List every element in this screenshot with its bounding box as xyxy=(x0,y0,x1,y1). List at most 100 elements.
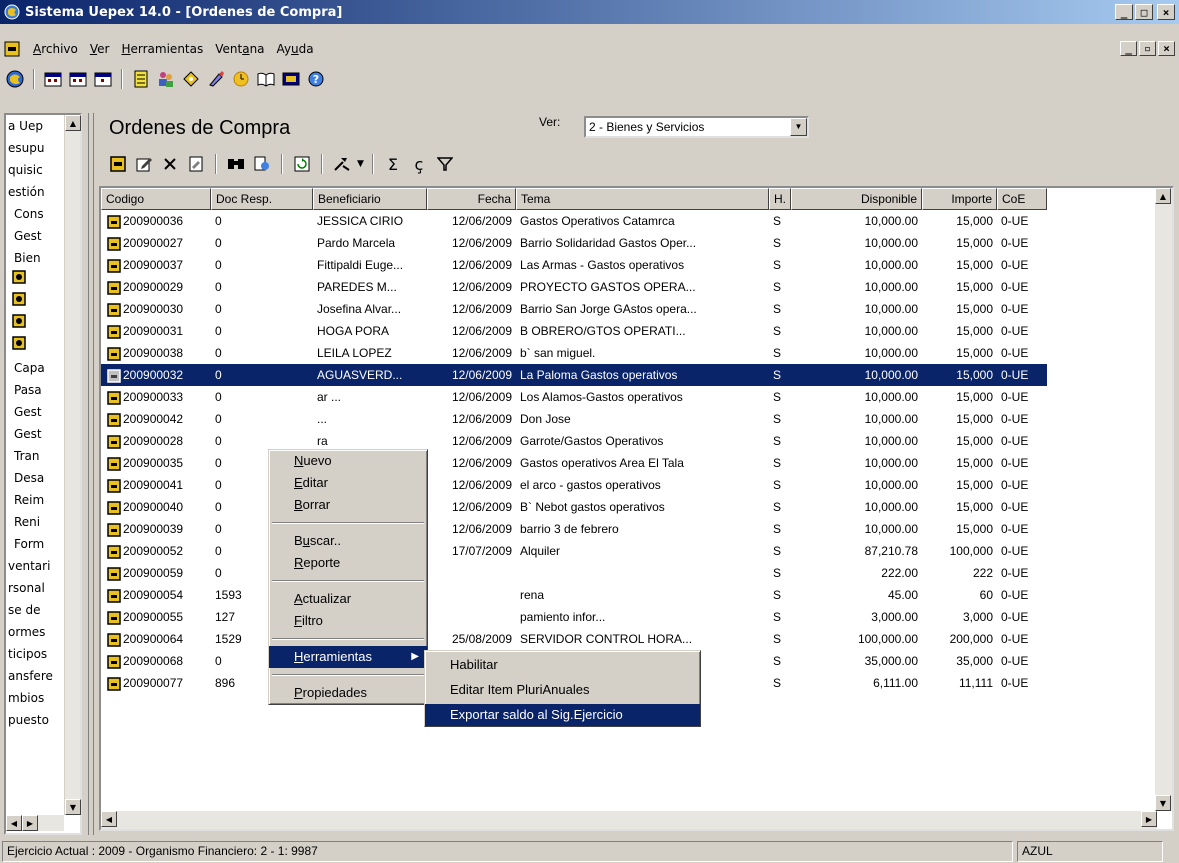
menu-item-actualizar[interactable]: Actualizar xyxy=(269,588,427,610)
help-icon[interactable]: ? xyxy=(305,68,327,90)
menu-item-herramientas[interactable]: Herramientas ▶ xyxy=(269,646,427,668)
table-row[interactable]: 200900039 0 12/06/2009 barrio 3 de febrero S… xyxy=(101,518,1047,540)
table-row[interactable]: 200900059 0 S 222.00 222 0-UE xyxy=(101,562,1047,584)
scroll-right-button[interactable]: ▶ xyxy=(22,815,38,831)
mdi-minimize-button[interactable]: _ xyxy=(1120,41,1137,56)
table-row[interactable]: 200900029 0 PAREDES M... 12/06/2009 PROYECTO… xyxy=(101,276,1047,298)
grid-horizontal-scrollbar[interactable]: ◀ ▶ xyxy=(101,811,1157,829)
tree-vertical-scrollbar[interactable]: ▲ ▼ xyxy=(64,115,81,815)
menu-ventana[interactable]: Ventana xyxy=(209,42,270,56)
cell-fecha: 12/06/2009 xyxy=(451,302,512,316)
scroll-left-button[interactable]: ◀ xyxy=(101,811,117,827)
menu-item-filtro[interactable]: Filtro xyxy=(269,610,427,632)
scroll-up-button[interactable]: ▲ xyxy=(65,115,81,131)
table-row[interactable]: 200900031 0 HOGA PORA 12/06/2009 B OBRERO/GT… xyxy=(101,320,1047,342)
refresh-icon[interactable] xyxy=(291,153,313,175)
column-header-codigo[interactable]: Codigo xyxy=(101,188,211,210)
submenu-item[interactable]: Habilitar xyxy=(425,654,700,676)
orders-grid[interactable]: Codigo Doc Resp. Beneficiario Fecha Tema H. Di… xyxy=(99,186,1174,831)
globe-icon[interactable] xyxy=(4,68,26,90)
filter-icon[interactable] xyxy=(434,153,456,175)
column-header-fecha[interactable]: Fecha xyxy=(427,188,516,210)
menu-item-buscar[interactable]: Buscar.. xyxy=(269,530,427,552)
minimize-button[interactable]: _ xyxy=(1115,4,1133,20)
column-header-h[interactable]: H. xyxy=(769,188,791,210)
menu-ver[interactable]: Ver xyxy=(84,42,116,56)
close-button[interactable]: × xyxy=(1157,4,1175,20)
table-row[interactable]: 200900052 0 17/07/2009 Alquiler S 87,210.78 10… xyxy=(101,540,1047,562)
column-header-beneficiario[interactable]: Beneficiario xyxy=(313,188,427,210)
table-row[interactable]: 200900028 0 ra 12/06/2009 Garrote/Gastos Ope… xyxy=(101,430,1047,452)
properties-icon[interactable] xyxy=(185,153,207,175)
tools-icon[interactable] xyxy=(331,153,353,175)
clock-icon[interactable] xyxy=(230,68,252,90)
calendar-icon[interactable] xyxy=(92,68,114,90)
table-row[interactable]: 200900027 0 Pardo Marcela 12/06/2009 Barrio … xyxy=(101,232,1047,254)
table-row[interactable]: 2009000641529DINATECH25/08/2009SERVIDOR … xyxy=(101,628,1047,650)
scroll-up-button[interactable]: ▲ xyxy=(1155,188,1171,204)
table-row[interactable]: 200900036 0 JESSICA CIRIO 12/06/2009 Gastos … xyxy=(101,210,1047,232)
scroll-right-button[interactable]: ▶ xyxy=(1141,811,1157,827)
scroll-down-button[interactable]: ▼ xyxy=(1155,795,1171,811)
menu-ayuda[interactable]: Ayuda xyxy=(271,42,320,56)
table-row[interactable]: 200900038 0 LEILA LOPEZ 12/06/2009 b` san mi… xyxy=(101,342,1047,364)
ver-select[interactable]: 2 - Bienes y Servicios ▼ xyxy=(584,116,809,138)
calendar-icon[interactable] xyxy=(42,68,64,90)
chevron-down-icon[interactable]: ▼ xyxy=(357,159,364,169)
column-header-tema[interactable]: Tema xyxy=(516,188,769,210)
binoculars-icon[interactable] xyxy=(225,153,247,175)
chevron-down-icon[interactable]: ▼ xyxy=(790,118,807,136)
new-record-icon[interactable] xyxy=(107,153,129,175)
cell-h: S xyxy=(773,676,782,690)
menu-item-propiedades[interactable]: Propiedades xyxy=(269,682,427,704)
title-bar[interactable]: Sistema Uepex 14.0 - [Ordenes de Compra] xyxy=(0,0,1179,24)
mdi-close-button[interactable]: × xyxy=(1158,41,1175,56)
menu-archivo[interactable]: Archivo xyxy=(27,42,84,56)
menu-item-borrar[interactable]: Borrar xyxy=(269,494,427,516)
tag-icon[interactable] xyxy=(180,68,202,90)
table-row[interactable]: 200900054 1593 rena S 45.00 60 0-UE xyxy=(101,584,1047,606)
maximize-button[interactable]: □ xyxy=(1135,4,1153,20)
table-row[interactable]: 2009000350ez12/06/2009Gastos operativos … xyxy=(101,452,1047,474)
order-icon xyxy=(107,611,121,625)
column-header-importe[interactable]: Importe xyxy=(922,188,997,210)
sum-icon[interactable]: Σ xyxy=(382,153,404,175)
menu-item-nuevo[interactable]: Nuevo xyxy=(269,450,427,472)
group-icon[interactable]: ç xyxy=(408,153,430,175)
scroll-down-button[interactable]: ▼ xyxy=(65,799,81,815)
scroll-left-button[interactable]: ◀ xyxy=(6,815,22,831)
mdi-restore-button[interactable]: ▫ xyxy=(1139,41,1156,56)
menu-herramientas[interactable]: Herramientas xyxy=(115,42,209,56)
table-row[interactable]: 200900032 0 AGUASVERD... 12/06/2009 La Palom… xyxy=(101,364,1047,386)
column-header-coe[interactable]: CoE xyxy=(997,188,1047,210)
grid-vertical-scrollbar[interactable]: ▲ ▼ xyxy=(1155,188,1172,811)
tree-horizontal-scrollbar[interactable]: ◀ ▶ xyxy=(6,815,64,831)
table-row[interactable]: 200900030 0 Josefina Alvar... 12/06/2009 Bar… xyxy=(101,298,1047,320)
submenu-item[interactable]: Exportar saldo al Sig.Ejercicio xyxy=(425,704,700,726)
document-icon[interactable] xyxy=(4,41,20,57)
table-row[interactable]: 200900042 0... 12/06/2009 Don Jose S 10,000.0… xyxy=(101,408,1047,430)
table-row[interactable]: 200900055 127 pamiento infor... S 3,000.00 3,… xyxy=(101,606,1047,628)
cell-beneficiario: Pardo Marcela xyxy=(317,236,396,250)
brush-icon[interactable] xyxy=(205,68,227,90)
delete-icon[interactable] xyxy=(159,153,181,175)
users-icon[interactable] xyxy=(155,68,177,90)
submenu-item[interactable]: Editar Item PluriAnuales xyxy=(425,679,700,701)
menu-item-reporte[interactable]: Reporte xyxy=(269,552,427,574)
calendar-icon[interactable] xyxy=(67,68,89,90)
panel-splitter[interactable] xyxy=(88,113,94,835)
card-icon[interactable] xyxy=(280,68,302,90)
edit-icon[interactable] xyxy=(133,153,155,175)
column-header-disponible[interactable]: Disponible xyxy=(791,188,922,210)
report-icon[interactable] xyxy=(251,153,273,175)
book-icon[interactable] xyxy=(255,68,277,90)
column-header-docresp[interactable]: Doc Resp. xyxy=(211,188,313,210)
table-row[interactable]: 200900037 0 Fittipaldi Euge... 12/06/2009 La… xyxy=(101,254,1047,276)
cell-codigo: 200900035 xyxy=(101,452,211,474)
menu-item-editar[interactable]: Editar xyxy=(269,472,427,494)
notepad-icon[interactable] xyxy=(130,68,152,90)
table-row[interactable]: 200900040 0 12/06/2009 B` Nebot gastos oper… xyxy=(101,496,1047,518)
cell-h: S xyxy=(773,588,782,602)
table-row[interactable]: 200900033 0 ar ... 12/06/2009 Los Alamos-Gas… xyxy=(101,386,1047,408)
table-row[interactable]: 2009000410A...12/06/2009el arco - gastos… xyxy=(101,474,1047,496)
